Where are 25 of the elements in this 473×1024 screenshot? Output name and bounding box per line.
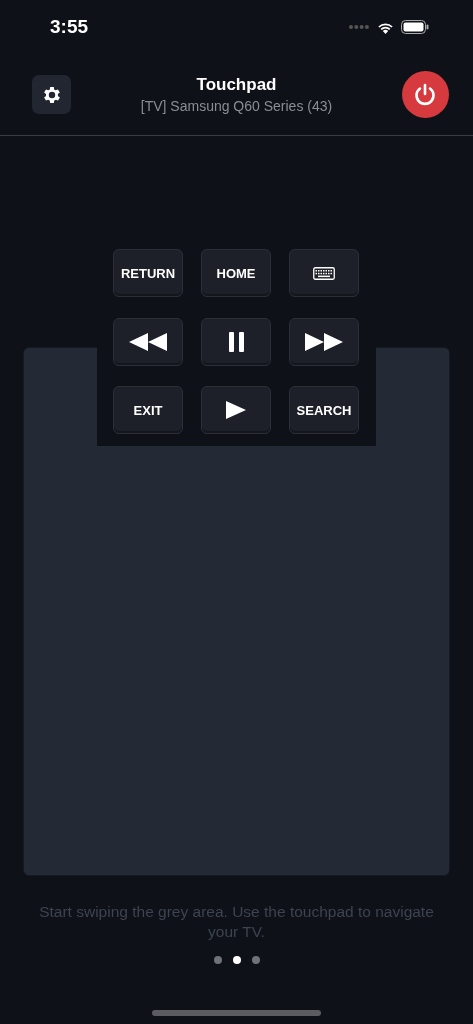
play-icon <box>226 401 246 420</box>
play-button[interactable] <box>201 386 271 435</box>
remote-button[interactable]: HOME <box>201 249 271 297</box>
pause-button[interactable] <box>201 317 271 366</box>
status-time: 3:55 <box>50 16 89 38</box>
page-dot[interactable] <box>251 956 260 964</box>
remote-button[interactable]: SEARCH <box>289 386 359 435</box>
device-name: [TV] Samsung Q60 Series (43) <box>140 98 333 114</box>
power-button[interactable] <box>402 71 449 118</box>
fast-forward-icon <box>305 332 343 351</box>
keyboard-button[interactable] <box>289 249 359 297</box>
rewind-icon <box>129 332 167 351</box>
rewind-button[interactable] <box>113 317 183 366</box>
screen-title: Touchpad <box>196 75 277 95</box>
settings-button[interactable] <box>32 75 71 114</box>
battery-icon <box>401 20 429 34</box>
remote-button[interactable]: RETURN <box>113 249 183 297</box>
forward-button[interactable] <box>289 317 359 366</box>
signal-icon <box>348 24 370 30</box>
pause-icon <box>228 331 244 352</box>
hint-text: Start swiping the grey area. Use the touchpad to navigate your TV. <box>38 902 435 942</box>
page-dot[interactable] <box>213 956 222 964</box>
remote-button[interactable]: EXIT <box>113 386 183 435</box>
page-dot[interactable] <box>232 956 241 964</box>
keyboard-icon <box>313 266 335 280</box>
